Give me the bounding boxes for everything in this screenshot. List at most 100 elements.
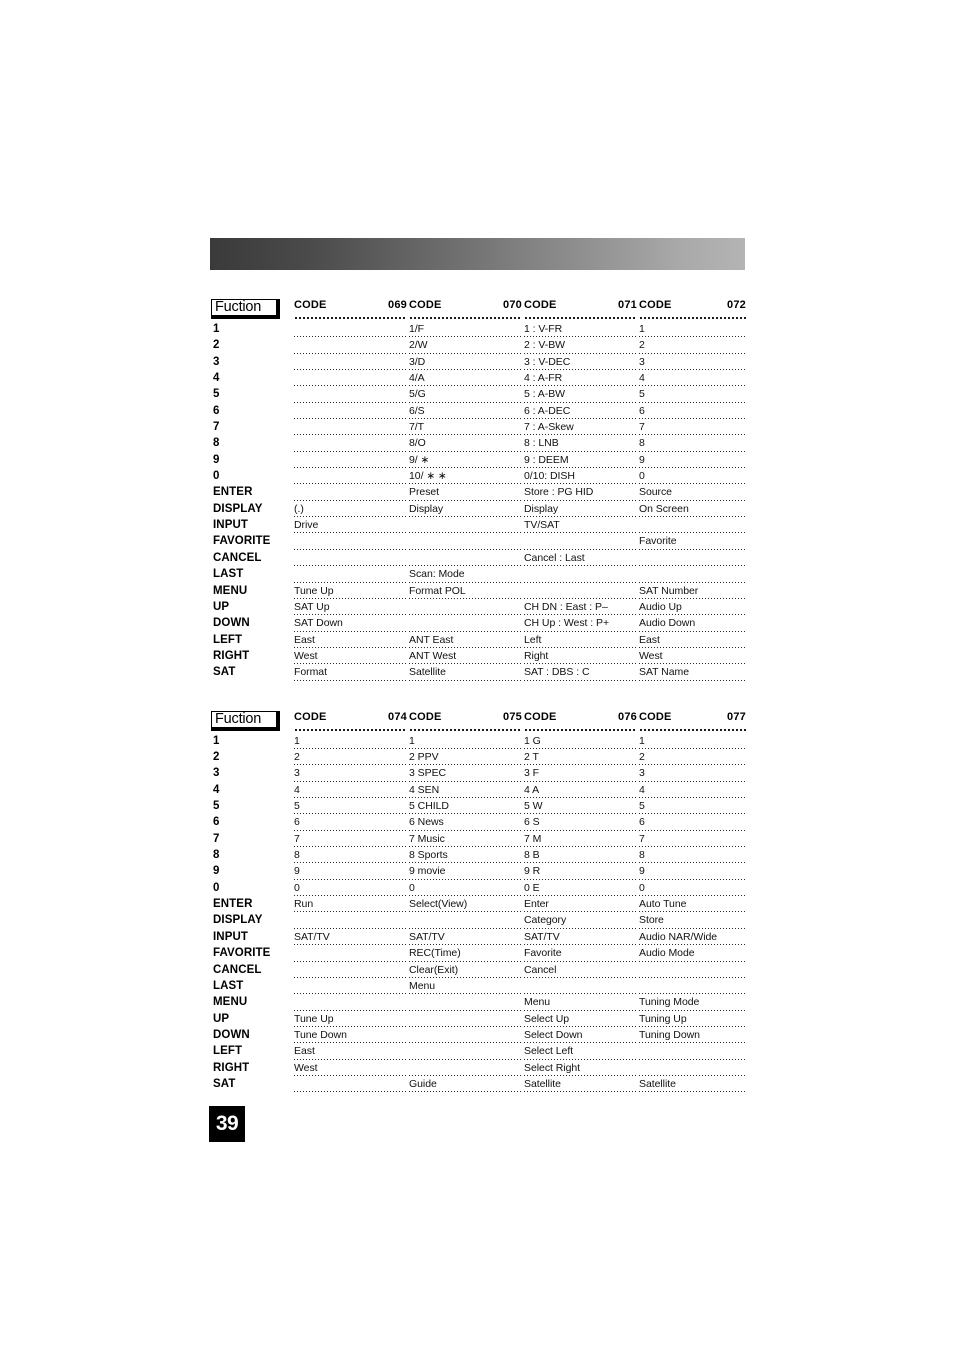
row-dotted-rule — [639, 565, 746, 567]
row-dotted-rule — [294, 764, 407, 766]
table-row: Menu — [409, 980, 522, 996]
function-label-down: DOWN — [213, 1028, 250, 1041]
row-dotted-rule — [409, 878, 522, 880]
table-row: Display — [409, 503, 522, 519]
table-row: 6 — [639, 405, 746, 421]
code-cell-value: 2 PPV — [409, 751, 439, 764]
table-row — [639, 964, 746, 980]
table-row — [409, 1013, 522, 1029]
row-dotted-rule — [294, 646, 407, 648]
code-header-076: CODE 076 — [524, 711, 637, 735]
table-row: 8 — [639, 437, 746, 453]
row-dotted-rule — [524, 944, 637, 946]
row-dotted-rule — [294, 1025, 407, 1027]
table-row — [639, 568, 746, 584]
function-label-2: 2 — [213, 339, 220, 352]
code-header-077: CODE 077 — [639, 711, 746, 735]
table-row — [524, 568, 637, 584]
table-row: 9 R — [524, 865, 637, 881]
row-dotted-rule — [524, 369, 637, 371]
table-row: 3/D — [409, 356, 522, 372]
code-number: 077 — [727, 710, 746, 723]
table-row: ANT East — [409, 634, 522, 650]
table-row: 0 — [409, 882, 522, 898]
table-row: 4/A — [409, 372, 522, 388]
function-label-display: DISPLAY — [213, 914, 263, 927]
function-label-favorite: FAVORITE — [213, 947, 271, 960]
table-row: Select Right — [524, 1062, 637, 1078]
code-cell-value: Left — [524, 633, 542, 646]
row-dotted-rule — [409, 846, 522, 848]
row-dotted-rule — [639, 499, 746, 501]
code-cell-value: Tuning Up — [639, 1012, 687, 1025]
table-row: SAT Up — [294, 601, 407, 617]
table-row: Satellite — [409, 666, 522, 682]
function-label-cancel: CANCEL — [213, 963, 262, 976]
code-cell-value: Select(View) — [409, 898, 468, 911]
code-cell-value: SAT : DBS : C — [524, 666, 590, 679]
table-row: 7/T — [409, 421, 522, 437]
function-label-8: 8 — [213, 437, 220, 450]
row-dotted-rule — [294, 1091, 407, 1093]
table-row — [294, 372, 407, 388]
row-dotted-rule — [639, 597, 746, 599]
table-row: East — [294, 634, 407, 650]
code-cell-value: Right — [524, 649, 549, 662]
code-cell-value: West — [294, 649, 318, 662]
table-row: 5/G — [409, 388, 522, 404]
table-row: 6 : A-DEC — [524, 405, 637, 421]
code-tables-sheet: Fuction 1 2 3 4 5 6 7 8 9 0 ENTER DISPLAY INPUT FAVOR… — [210, 299, 746, 1122]
row-dotted-rule — [409, 516, 522, 518]
row-dotted-rule — [639, 993, 746, 995]
table-row: 9 : DEEM — [524, 454, 637, 470]
row-dotted-rule — [524, 1009, 637, 1011]
table-row: Drive — [294, 519, 407, 535]
row-dotted-rule — [639, 385, 746, 387]
code-header-074: CODE 074 — [294, 711, 407, 735]
code-table-069-072: Fuction 1 2 3 4 5 6 7 8 9 0 ENTER DISPLAY INPUT FAVOR… — [210, 299, 746, 689]
table-row: (.) — [294, 503, 407, 519]
function-label-input: INPUT — [213, 519, 248, 532]
code-cell-value: On Screen — [639, 502, 689, 515]
code-cell-value: 6 News — [409, 816, 444, 829]
code-cell-value: 6/S — [409, 404, 425, 417]
table-row — [524, 585, 637, 601]
row-dotted-rule — [639, 532, 746, 534]
code-column-074: CODE 074 1 2 3 4 5 6 7 8 9 0 Run SAT/TV Tune Up Tune … — [294, 711, 407, 1095]
row-dotted-rule — [409, 679, 522, 681]
table-row: 6/S — [409, 405, 522, 421]
row-dotted-rule — [524, 895, 637, 897]
table-row: Tuning Mode — [639, 996, 746, 1012]
code-cell-value: 4 — [639, 783, 645, 796]
table-row — [294, 486, 407, 502]
table-row: 2 T — [524, 751, 637, 767]
table-row: CH DN : East : P– — [524, 601, 637, 617]
table-row: 9 — [294, 865, 407, 881]
row-dotted-rule — [639, 614, 746, 616]
code-cell-value: 9/ ∗ — [409, 453, 430, 466]
table-row: Tune Down — [294, 1029, 407, 1045]
row-dotted-rule — [639, 450, 746, 452]
row-dotted-rule — [639, 1009, 746, 1011]
function-label-6: 6 — [213, 404, 220, 417]
code-cell-value: 7 — [294, 832, 300, 845]
code-cell-value: ANT East — [409, 633, 454, 646]
function-label-9: 9 — [213, 453, 220, 466]
row-dotted-rule — [294, 434, 407, 436]
code-cell-value: (.) — [294, 502, 304, 515]
table-row — [409, 519, 522, 535]
code-cell-value: 3 SPEC — [409, 767, 447, 780]
code-cell-value: 6 : A-DEC — [524, 404, 571, 417]
row-dotted-rule — [409, 1091, 522, 1093]
row-dotted-rule — [524, 401, 637, 403]
function-label-9: 9 — [213, 865, 220, 878]
code-cell-value: Enter — [524, 898, 549, 911]
code-cell-value: 8 : LNB — [524, 437, 559, 450]
table-row — [294, 964, 407, 980]
table-row: 4 — [639, 372, 746, 388]
row-dotted-rule — [524, 385, 637, 387]
code-number: 071 — [618, 299, 637, 311]
code-header-071: CODE 071 — [524, 299, 637, 323]
row-dotted-rule — [294, 450, 407, 452]
code-cell-value: 1/F — [409, 323, 425, 335]
